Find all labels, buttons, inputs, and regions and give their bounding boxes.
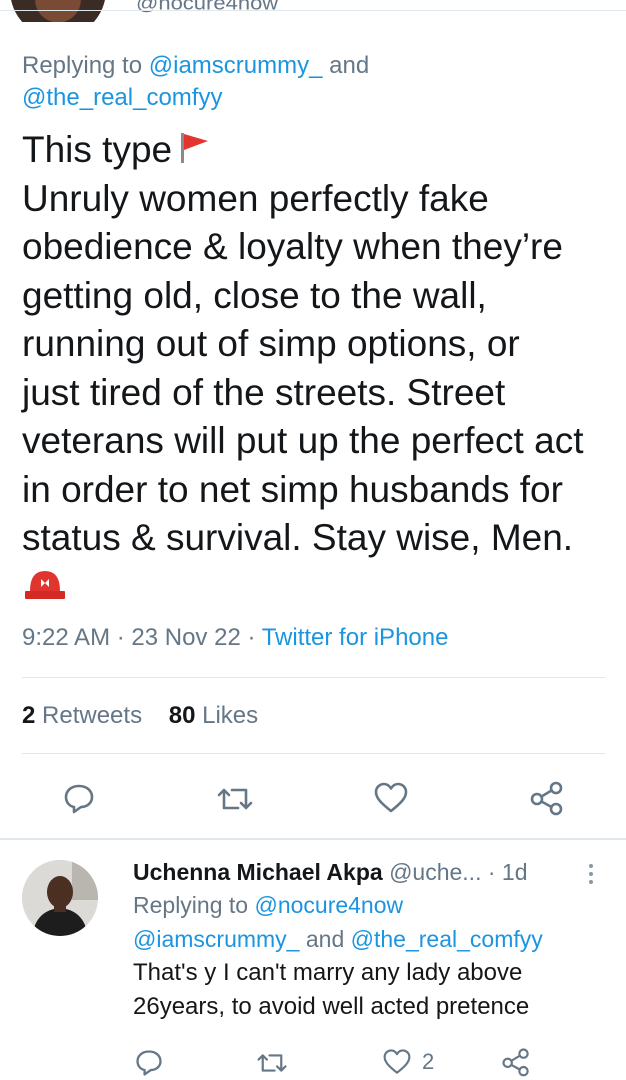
separator: · [110, 624, 132, 651]
share-icon [530, 781, 563, 816]
replying-to: Replying to @iamscrummy_ and @the_real_c… [22, 50, 612, 114]
reply-text: That's y I can't marry any lady above 26… [133, 959, 530, 1020]
triangular-flag-icon [181, 133, 209, 163]
tweet-text: This type Unruly women perfectly fake ob… [22, 126, 612, 563]
separator: · [240, 624, 262, 651]
retweet-button[interactable] [256, 1050, 288, 1076]
main-tweet: Replying to @iamscrummy_ and @the_real_c… [22, 50, 612, 601]
more-options-icon[interactable] [585, 862, 597, 886]
like-count: 2 [422, 1049, 435, 1074]
and-label: and [299, 926, 351, 952]
like-button[interactable]: 2 [382, 1048, 434, 1076]
reply-time: 1d [501, 859, 528, 885]
replying-to: Replying to @nocure4now @iamscrummy_ and… [133, 888, 603, 956]
author-handle: @nocure4now [136, 0, 279, 14]
previous-tweet-header: @nocure4now [0, 0, 626, 22]
replying-label: Replying to [133, 892, 255, 918]
retweet-button[interactable] [216, 784, 254, 814]
divider [0, 10, 626, 11]
retweets-label: Retweets [42, 702, 143, 729]
like-button[interactable] [373, 781, 409, 815]
reply-header: Uchenna Michael Akpa @uche... · 1d [133, 856, 603, 888]
reply-icon [64, 784, 94, 814]
reply-icon [136, 1050, 162, 1076]
retweet-icon [257, 1054, 287, 1072]
avatar[interactable] [22, 860, 98, 936]
retweets-stat[interactable]: 2 Retweets [22, 702, 142, 729]
divider [22, 677, 605, 678]
tweet-text-body: Unruly women perfectly fake obedience & … [22, 177, 584, 559]
retweet-icon [217, 788, 253, 810]
heart-icon [374, 782, 408, 813]
mention-link[interactable]: @the_real_comfyy [22, 84, 222, 111]
separator: · [487, 859, 502, 885]
police-light-icon [25, 570, 65, 599]
avatar-photo [22, 860, 98, 936]
retweets-count: 2 [22, 702, 36, 729]
reply-button[interactable] [134, 1048, 164, 1078]
engagement-stats: 2 Retweets 80 Likes [22, 700, 258, 732]
mention-link[interactable]: @iamscrummy_ [149, 52, 323, 79]
tweet-meta: 9:22 AM · 23 Nov 22 · Twitter for iPhone [22, 622, 448, 654]
likes-label: Likes [202, 702, 259, 729]
author-handle[interactable]: @uche... [389, 859, 481, 885]
reply-button[interactable] [62, 782, 96, 816]
mention-link[interactable]: @iamscrummy_ [133, 926, 299, 952]
heart-icon [383, 1049, 411, 1074]
and-label: and [322, 52, 370, 79]
tweet-time: 9:22 AM [22, 624, 111, 651]
tweet-source-link[interactable]: Twitter for iPhone [262, 624, 449, 651]
share-button[interactable] [500, 1047, 532, 1077]
tweet-text-line-1: This type [22, 129, 173, 170]
share-icon [502, 1048, 529, 1077]
mention-link[interactable]: @the_real_comfyy [351, 926, 543, 952]
tweet-date: 23 Nov 22 [131, 624, 241, 651]
avatar[interactable] [10, 0, 106, 22]
mention-link[interactable]: @nocure4now [254, 892, 403, 918]
replying-label: Replying to [22, 52, 149, 79]
likes-stat[interactable]: 80 Likes [169, 702, 258, 729]
divider [22, 753, 605, 754]
divider [0, 838, 626, 840]
reply-body: Uchenna Michael Akpa @uche... · 1d Reply… [133, 856, 603, 1024]
author-name[interactable]: Uchenna Michael Akpa [133, 859, 383, 885]
likes-count: 80 [168, 702, 196, 729]
share-button[interactable] [528, 780, 566, 816]
